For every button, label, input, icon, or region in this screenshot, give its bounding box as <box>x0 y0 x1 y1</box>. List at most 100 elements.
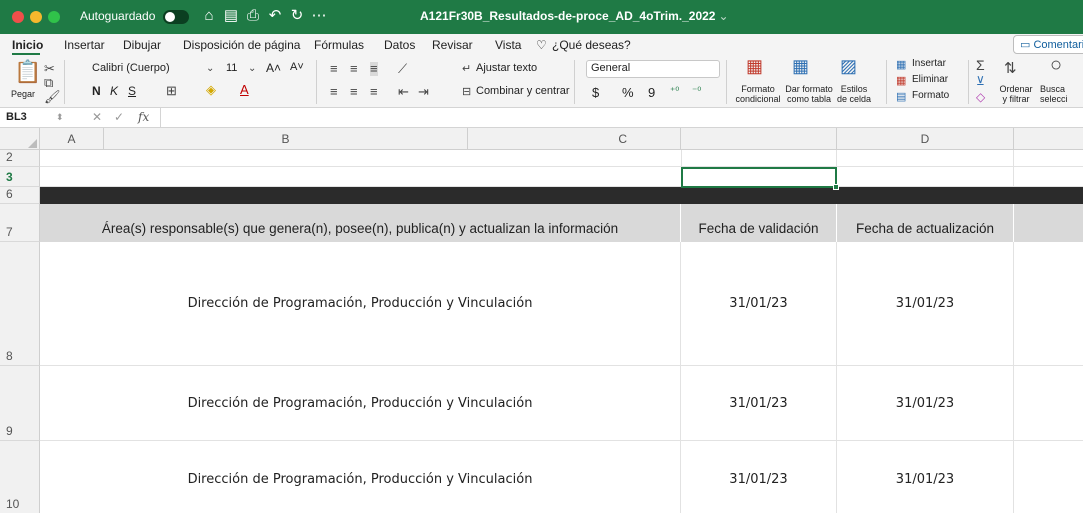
print-icon[interactable]: ⎙ <box>244 7 262 25</box>
format-as-table-icon[interactable]: ▦ <box>792 57 809 75</box>
decrease-decimal-icon[interactable]: ⁻⁰ <box>692 85 701 99</box>
italic-button[interactable]: K <box>110 84 118 98</box>
name-box[interactable]: BL3 <box>0 108 52 128</box>
align-left-icon[interactable]: ≡ <box>330 85 338 99</box>
format-cells-icon[interactable]: ▤ <box>896 90 906 104</box>
font-name-select[interactable]: Calibri (Cuerpo) <box>92 62 170 74</box>
align-center-icon[interactable]: ≡ <box>350 85 358 99</box>
column-header-d[interactable]: D <box>837 128 1014 150</box>
fill-handle[interactable] <box>833 184 839 190</box>
decrease-indent-icon[interactable]: ⇤ <box>398 85 409 99</box>
insert-cells-icon[interactable]: ▦ <box>896 58 906 72</box>
active-cell-selection[interactable] <box>681 167 839 190</box>
paste-icon[interactable]: 📋 <box>14 60 41 84</box>
autosum-icon[interactable]: Σ <box>976 58 985 72</box>
undo-icon[interactable]: ↶ <box>266 7 284 25</box>
tab-datos[interactable]: Datos <box>384 38 415 52</box>
insert-function-icon[interactable]: fx <box>138 110 149 124</box>
cell-e3[interactable] <box>1014 167 1083 187</box>
cell-area[interactable]: Dirección de Programación, Producción y … <box>40 242 681 366</box>
header-cell-update[interactable]: Fecha de actualización <box>837 204 1014 242</box>
lightbulb-icon[interactable]: ♡ <box>536 38 547 52</box>
header-cell-area[interactable]: Área(s) responsable(s) que genera(n), po… <box>40 204 681 242</box>
column-header-b[interactable]: B <box>104 128 468 150</box>
copy-icon[interactable]: ⧉ <box>44 76 53 90</box>
home-icon[interactable]: ⌂ <box>200 7 218 25</box>
cell-row2-a-c[interactable] <box>40 150 681 167</box>
font-size-select[interactable]: 11 <box>226 62 237 74</box>
row-header-7[interactable]: 7 <box>0 204 40 242</box>
number-format-select[interactable]: General <box>586 60 720 78</box>
wrap-text-button[interactable]: Ajustar texto <box>476 62 537 74</box>
close-window-button[interactable] <box>12 11 24 23</box>
delete-cells-icon[interactable]: ▦ <box>896 74 906 88</box>
row-header-6[interactable]: 6 <box>0 187 40 204</box>
redo-icon[interactable]: ↻ <box>288 7 306 25</box>
cell-validation-date[interactable]: 31/01/23 <box>681 366 837 441</box>
merge-center-button[interactable]: Combinar y centrar <box>476 85 570 97</box>
row-header-8[interactable]: 8 <box>0 242 40 366</box>
cut-icon[interactable]: ✂ <box>44 62 55 76</box>
align-middle-icon[interactable]: ≡ <box>350 62 358 76</box>
fill-color-icon[interactable]: ◈ <box>206 83 216 97</box>
sort-filter-label[interactable]: Ordenar y filtrar <box>994 84 1038 104</box>
thousands-button[interactable]: 9 <box>648 85 655 100</box>
cell-area[interactable]: Dirección de Programación, Producción y … <box>40 366 681 441</box>
align-right-icon[interactable]: ≡ <box>370 85 378 99</box>
align-top-icon[interactable]: ≡ <box>330 62 338 76</box>
autosave-toggle[interactable] <box>163 10 189 24</box>
tab-disposicion[interactable]: Disposición de página <box>183 38 300 52</box>
increase-indent-icon[interactable]: ⇥ <box>418 85 429 99</box>
zoom-window-button[interactable] <box>48 11 60 23</box>
currency-button[interactable]: $ <box>592 85 599 100</box>
row-header-3[interactable]: 3 <box>0 167 40 187</box>
column-header-e[interactable] <box>1014 128 1083 150</box>
orientation-icon[interactable]: ⟋ <box>398 62 407 76</box>
conditional-format-icon[interactable]: ▦ <box>746 57 763 75</box>
tab-insertar[interactable]: Insertar <box>64 38 105 52</box>
clear-icon[interactable]: ◇ <box>976 90 985 104</box>
fill-icon[interactable]: ⊻ <box>976 74 985 88</box>
formula-input[interactable] <box>160 108 1083 128</box>
document-title[interactable]: A121Fr30B_Resultados-de-proce_AD_4oTrim.… <box>420 9 729 23</box>
cell-d3[interactable] <box>837 167 1014 187</box>
underline-button[interactable]: S <box>128 84 136 98</box>
name-box-stepper-icon[interactable]: ⬍ <box>56 112 64 123</box>
cell-e[interactable] <box>1014 366 1083 441</box>
format-cells-button[interactable]: Formato <box>912 90 949 101</box>
bold-button[interactable]: N <box>92 84 101 98</box>
cell-styles-icon[interactable]: ▨ <box>840 57 857 75</box>
cell-validation-date[interactable]: 31/01/23 <box>681 242 837 366</box>
enter-icon[interactable]: ✓ <box>114 110 124 124</box>
delete-cells-button[interactable]: Eliminar <box>912 74 948 85</box>
cell-update-date[interactable]: 31/01/23 <box>837 242 1014 366</box>
minimize-window-button[interactable] <box>30 11 42 23</box>
shrink-font-icon[interactable]: A˅ <box>290 61 304 73</box>
chevron-down-icon[interactable]: ⌄ <box>206 62 214 76</box>
row-header-10[interactable]: 10 <box>0 441 40 513</box>
format-painter-icon[interactable]: 🖌 <box>44 90 61 104</box>
comments-button[interactable]: ▭ Comentari <box>1013 35 1083 54</box>
borders-icon[interactable]: ⊞ <box>166 84 177 98</box>
wrap-text-icon[interactable]: ↵ <box>462 62 471 76</box>
row-header-9[interactable]: 9 <box>0 366 40 441</box>
tab-revisar[interactable]: Revisar <box>432 38 473 52</box>
format-as-table-label[interactable]: Dar formato como tabla <box>784 84 834 104</box>
increase-decimal-icon[interactable]: ⁺⁰ <box>670 85 679 99</box>
find-select-label[interactable]: Busca selecci <box>1040 84 1083 104</box>
row-header-2[interactable]: 2 <box>0 150 40 167</box>
cell-validation-date[interactable]: 31/01/23 <box>681 441 837 513</box>
chevron-down-icon[interactable]: ⌄ <box>248 62 256 76</box>
conditional-format-label[interactable]: Formato condicional <box>733 84 783 104</box>
merge-icon[interactable]: ⊟ <box>462 85 471 99</box>
save-icon[interactable]: ▤ <box>222 7 240 25</box>
tab-inicio[interactable]: Inicio <box>12 38 43 52</box>
find-select-icon[interactable]: ○ <box>1050 55 1062 75</box>
cell-e2[interactable] <box>1014 150 1083 167</box>
cell-c2[interactable] <box>681 150 837 167</box>
sort-filter-icon[interactable]: ⇅ <box>1004 61 1017 76</box>
tell-me-search[interactable]: ¿Qué deseas? <box>552 38 631 52</box>
tab-vista[interactable]: Vista <box>495 38 521 52</box>
tab-dibujar[interactable]: Dibujar <box>123 38 161 52</box>
align-bottom-icon[interactable]: ≡ <box>370 62 378 76</box>
